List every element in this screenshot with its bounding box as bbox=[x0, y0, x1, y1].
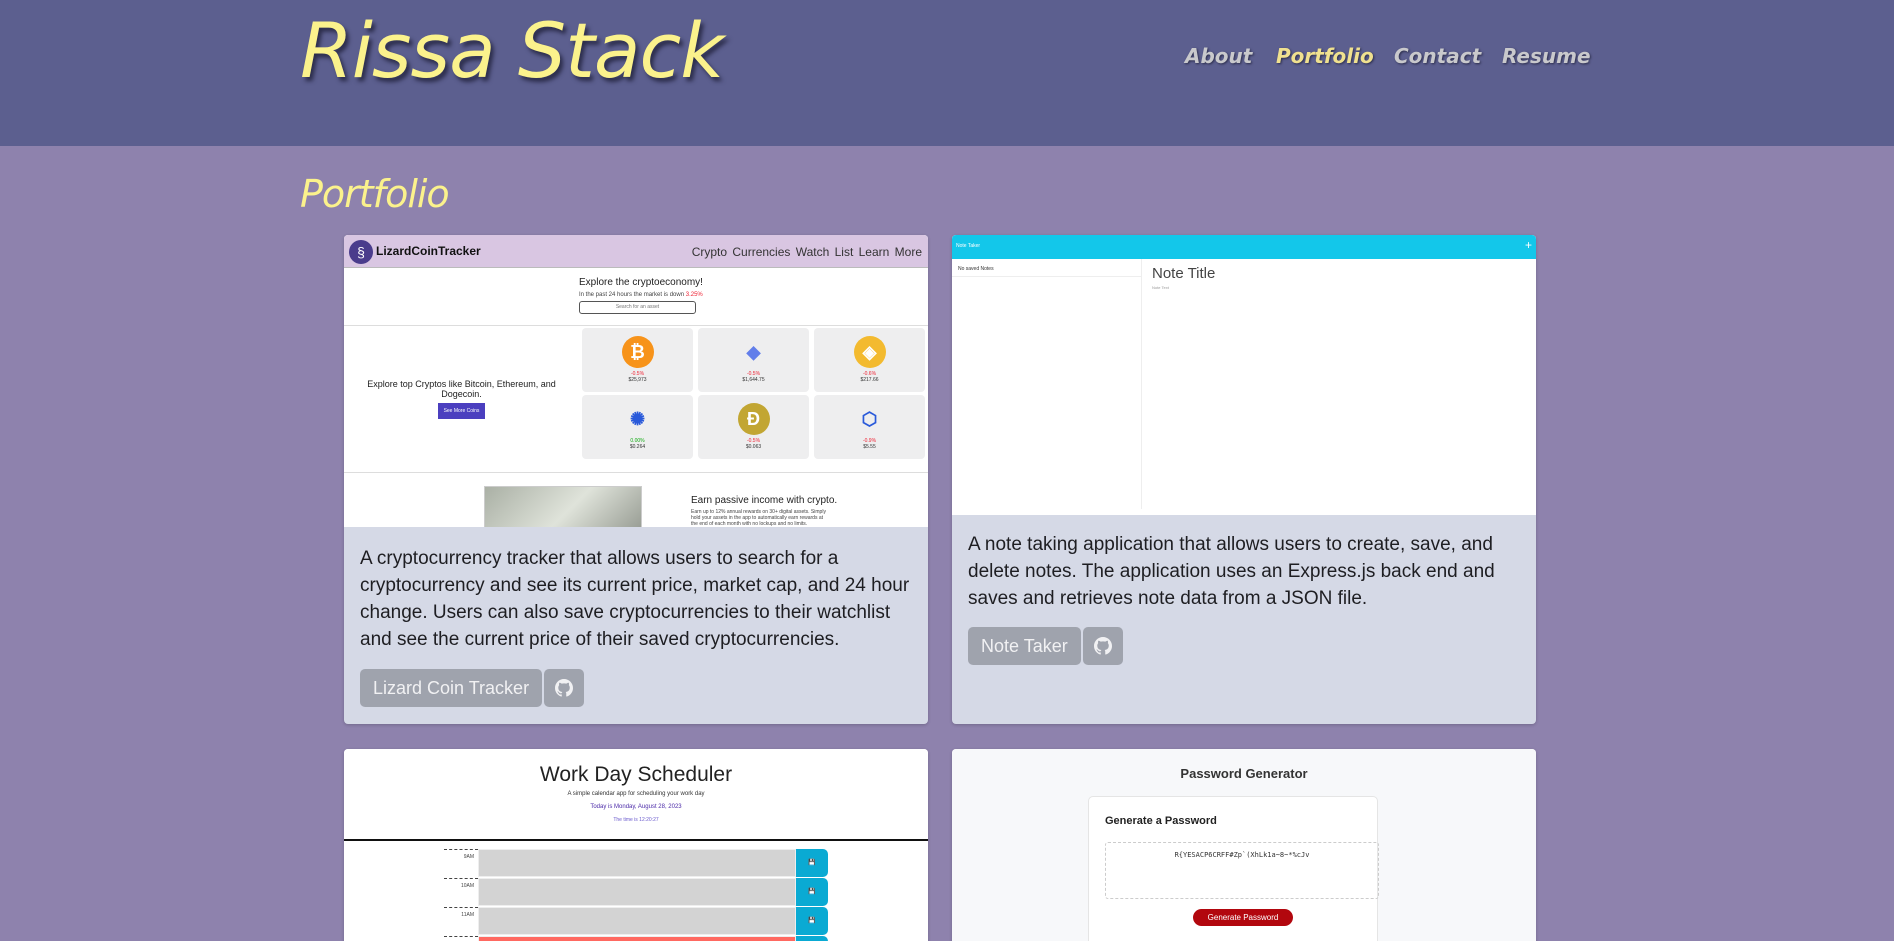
project-preview-password[interactable]: Password Generator Generate a Password R… bbox=[952, 749, 1536, 941]
project-description: A cryptocurrency tracker that allows use… bbox=[360, 548, 910, 650]
preview-coin-price: $1,644.75 bbox=[742, 377, 765, 383]
preview-coin-tile: ◆ -0.5% $1,644.75 bbox=[698, 328, 809, 392]
site-header: Rissa Stack About Portfolio Contact Resu… bbox=[0, 0, 1894, 146]
preview-coin-tile: ⬡ -0.9% $5.55 bbox=[814, 395, 925, 459]
project-card-lizard: § LizardCoinTracker Crypto Currencies Wa… bbox=[344, 235, 928, 724]
project-card-password: Password Generator Generate a Password R… bbox=[952, 749, 1536, 941]
project-buttons: Note Taker bbox=[968, 627, 1123, 665]
preview-see-more-button: See More Coins bbox=[437, 403, 486, 419]
chainlink-icon: ⬡ bbox=[861, 409, 878, 429]
preview-password-card: Generate a Password R{YESACP6CRFF#Zp`(Xh… bbox=[1088, 796, 1379, 941]
nav-resume[interactable]: Resume bbox=[1502, 44, 1591, 68]
nav-contact[interactable]: Contact bbox=[1394, 44, 1481, 68]
preview-hero-sub-text: In the past 24 hours the market is down bbox=[579, 292, 685, 298]
preview-hour-row: 12PM 💾 bbox=[444, 936, 828, 941]
preview-note-text: Note Text bbox=[1152, 285, 1169, 290]
preview-coin-price: $25,973 bbox=[628, 377, 647, 383]
ethereum-icon: ◆ bbox=[746, 342, 761, 362]
preview-brand: LizardCoinTracker bbox=[376, 244, 481, 258]
preview-generate-button: Generate Password bbox=[1193, 909, 1293, 926]
github-icon bbox=[1093, 637, 1112, 655]
nav-about[interactable]: About bbox=[1185, 44, 1252, 68]
preview-hour-slot bbox=[478, 907, 796, 935]
preview-links: Crypto Currencies Watch List Learn More bbox=[691, 245, 922, 259]
preview-hero: Explore the cryptoeconomy! In the past 2… bbox=[344, 268, 928, 326]
preview-passive: Earn passive income with crypto. Earn up… bbox=[344, 472, 928, 527]
preview-left-text: Explore top Cryptos like Bitcoin, Ethere… bbox=[364, 379, 559, 419]
project-preview-scheduler[interactable]: Work Day Scheduler A simple calendar app… bbox=[344, 749, 928, 941]
project-description: A note taking application that allows us… bbox=[968, 534, 1495, 609]
preview-hour-label: 12PM bbox=[444, 936, 478, 941]
lizard-logo-icon: § bbox=[349, 240, 373, 264]
plus-icon: + bbox=[1524, 238, 1532, 252]
github-button[interactable] bbox=[1082, 627, 1123, 665]
project-card-scheduler: Work Day Scheduler A simple calendar app… bbox=[344, 749, 928, 941]
preview-password-card-title: Generate a Password bbox=[1105, 815, 1217, 827]
preview-hour-row: 9AM 💾 bbox=[444, 849, 828, 878]
preview-coin-price: $0.063 bbox=[745, 444, 762, 450]
preview-note-title: Note Title bbox=[1152, 265, 1216, 282]
site-brand[interactable]: Rissa Stack bbox=[300, 6, 724, 95]
preview-coin-tile: ✺ 0.00% $0.264 bbox=[582, 395, 693, 459]
preview-passive-title: Earn passive income with crypto. bbox=[691, 495, 838, 506]
preview-navbar: § LizardCoinTracker Crypto Currencies Wa… bbox=[344, 235, 928, 268]
preview-hour-slot bbox=[478, 936, 796, 941]
preview-hour-slot bbox=[478, 878, 796, 906]
project-preview-lizard[interactable]: § LizardCoinTracker Crypto Currencies Wa… bbox=[344, 235, 928, 527]
preview-left-copy: Explore top Cryptos like Bitcoin, Ethere… bbox=[367, 379, 556, 399]
preview-coin-tile: ◈ -0.6% $217.66 bbox=[814, 328, 925, 392]
preview-hero-sub-value: 3.25% bbox=[685, 292, 703, 298]
project-card-note-taker: Note Taker + No saved Notes Note Title N… bbox=[952, 235, 1536, 724]
preview-scheduler-time: The time is 12:20:27 bbox=[613, 817, 659, 823]
preview-divider bbox=[344, 839, 928, 841]
note-taker-button[interactable]: Note Taker bbox=[968, 627, 1081, 665]
preview-note-bar: Note Taker + bbox=[952, 235, 1536, 259]
lizard-coin-tracker-button[interactable]: Lizard Coin Tracker bbox=[360, 669, 543, 707]
dogecoin-icon: Ð bbox=[737, 403, 770, 435]
preview-password-output: R{YESACP6CRFF#Zp`(XhLk1a~8~*%cJv bbox=[1105, 842, 1379, 899]
preview-coin-price: $5.55 bbox=[863, 444, 876, 450]
preview-hour-row: 11AM 💾 bbox=[444, 907, 828, 936]
preview-password-heading: Password Generator bbox=[1180, 766, 1308, 781]
save-icon: 💾 bbox=[796, 907, 828, 935]
github-button[interactable] bbox=[544, 669, 585, 707]
preview-note-bar-title: Note Taker bbox=[956, 243, 981, 249]
save-icon: 💾 bbox=[796, 849, 828, 877]
preview-passive-sub: Earn up to 12% annual rewards on 30+ dig… bbox=[691, 509, 826, 527]
preview-coin-tile: ₿ -0.5% $25,973 bbox=[582, 328, 693, 392]
preview-note-list: No saved Notes bbox=[952, 259, 1142, 509]
preview-hour-row: 10AM 💾 bbox=[444, 878, 828, 907]
project-buttons: Lizard Coin Tracker bbox=[360, 669, 585, 707]
binance-icon: ◈ bbox=[853, 336, 886, 368]
bitcoin-icon: ₿ bbox=[621, 336, 654, 368]
github-icon bbox=[555, 679, 574, 697]
preview-scheduler-title: Work Day Scheduler bbox=[539, 763, 733, 786]
project-preview-note-taker[interactable]: Note Taker + No saved Notes Note Title N… bbox=[952, 235, 1536, 515]
preview-hero-sub: In the past 24 hours the market is down … bbox=[579, 292, 703, 298]
portfolio-heading: Portfolio bbox=[300, 172, 450, 216]
preview-hour-slot bbox=[478, 849, 796, 877]
preview-note-empty: No saved Notes bbox=[952, 259, 1142, 277]
preview-hour-label: 11AM bbox=[444, 907, 478, 935]
preview-hour-label: 10AM bbox=[444, 878, 478, 906]
money-image bbox=[484, 486, 642, 527]
preview-coin-price: $0.264 bbox=[629, 444, 646, 450]
preview-scheduler-subtitle: A simple calendar app for scheduling you… bbox=[567, 791, 705, 797]
preview-search: Search for an asset bbox=[579, 301, 696, 314]
preview-hero-title: Explore the cryptoeconomy! bbox=[579, 277, 703, 288]
save-icon: 💾 bbox=[796, 936, 828, 941]
nav-portfolio[interactable]: Portfolio bbox=[1276, 44, 1374, 68]
preview-scheduler-date: Today is Monday, August 28, 2023 bbox=[590, 804, 682, 810]
cardano-icon: ✺ bbox=[629, 409, 646, 429]
preview-hour-label: 9AM bbox=[444, 849, 478, 877]
preview-coin-price: $217.66 bbox=[860, 377, 879, 383]
preview-coin-tile: Ð -0.5% $0.063 bbox=[698, 395, 809, 459]
save-icon: 💾 bbox=[796, 878, 828, 906]
